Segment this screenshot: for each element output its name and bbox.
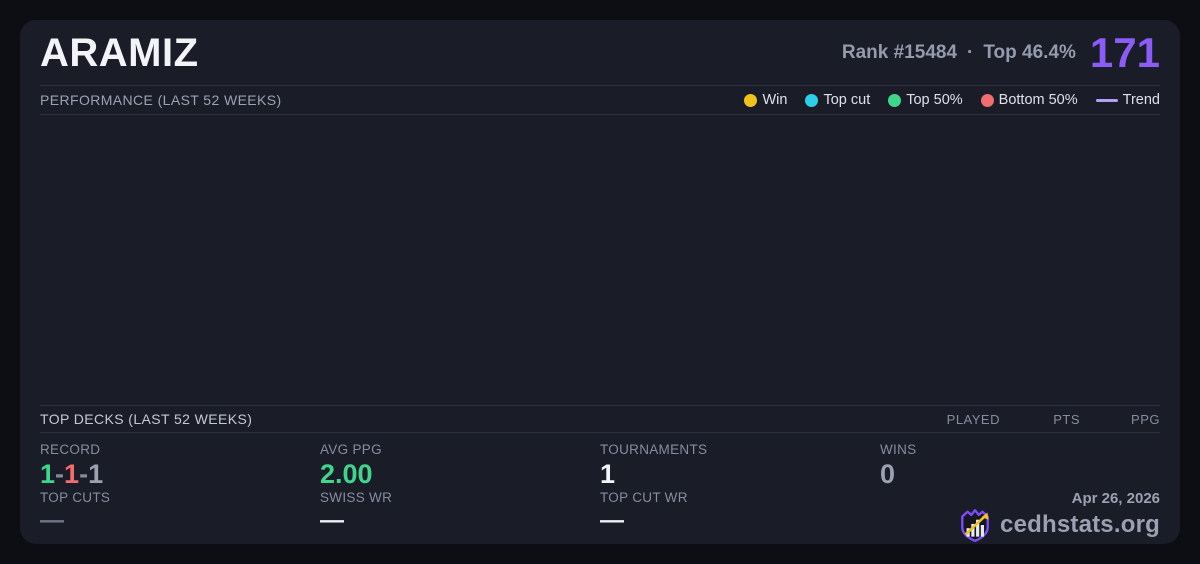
swiss-wr-value: —	[320, 507, 600, 535]
footer: Apr 26, 2026 cedhstats.org	[880, 490, 1160, 543]
stat-swiss-wr: SWISS WR —	[320, 490, 600, 543]
stat-label: TOP CUTS	[40, 490, 320, 505]
top-decks-header-row: TOP DECKS (LAST 52 WEEKS) PLAYED PTS PPG	[40, 405, 1160, 433]
brand-text: cedhstats.org	[1000, 511, 1160, 539]
record-separator: -	[55, 459, 64, 489]
stat-label: AVG PPG	[320, 442, 600, 457]
stat-label: SWISS WR	[320, 490, 600, 505]
legend-item-win: Win	[744, 92, 787, 108]
top-percent-text: Top 46.4%	[983, 42, 1076, 64]
stat-top-cuts: TOP CUTS —	[40, 490, 320, 543]
performance-title: PERFORMANCE (LAST 52 WEEKS)	[40, 92, 282, 108]
trend-line-icon	[1096, 99, 1118, 102]
legend-label: Win	[762, 92, 787, 108]
top50-dot-icon	[888, 94, 901, 107]
stat-top-cut-wr: TOP CUT WR —	[600, 490, 880, 543]
legend-item-top50: Top 50%	[888, 92, 962, 108]
stat-tournaments: TOURNAMENTS 1	[600, 442, 880, 490]
stat-wins: WINS 0	[880, 442, 1160, 490]
top-cut-dot-icon	[805, 94, 818, 107]
record-losses: 1	[64, 459, 79, 489]
tournaments-value: 1	[600, 459, 880, 490]
legend-item-top-cut: Top cut	[805, 92, 870, 108]
legend-label: Bottom 50%	[999, 92, 1078, 108]
legend-label: Trend	[1123, 92, 1160, 108]
stat-record: RECORD 1-1-1	[40, 442, 320, 490]
avg-ppg-value: 2.00	[320, 459, 600, 490]
record-separator: -	[79, 459, 88, 489]
column-header-played: PLAYED	[920, 412, 1000, 427]
legend-label: Top cut	[823, 92, 870, 108]
legend-item-trend: Trend	[1096, 92, 1160, 108]
card-header: ARAMIZ Rank #15484 · Top 46.4% 171	[40, 20, 1160, 86]
stat-label: RECORD	[40, 442, 320, 457]
cedhstats-brand-link[interactable]: cedhstats.org	[958, 507, 1160, 543]
column-header-ppg: PPG	[1080, 412, 1160, 427]
record-wins: 1	[40, 459, 55, 489]
stat-avg-ppg: AVG PPG 2.00	[320, 442, 600, 490]
column-header-pts: PTS	[1000, 412, 1080, 427]
record-value: 1-1-1	[40, 459, 320, 490]
top-decks-columns: PLAYED PTS PPG	[920, 412, 1160, 427]
legend-label: Top 50%	[906, 92, 962, 108]
stat-label: TOP CUT WR	[600, 490, 880, 505]
cedhstats-logo-icon	[958, 507, 992, 543]
bottom50-dot-icon	[981, 94, 994, 107]
legend-item-bottom50: Bottom 50%	[981, 92, 1078, 108]
win-dot-icon	[744, 94, 757, 107]
chart-legend: Win Top cut Top 50% Bottom 50% Trend	[744, 92, 1160, 108]
stat-label: TOURNAMENTS	[600, 442, 880, 457]
rank-text: Rank #15484	[842, 42, 957, 64]
rating-value: 171	[1090, 32, 1160, 74]
rank-line: Rank #15484 · Top 46.4%	[842, 42, 1076, 64]
top-decks-title: TOP DECKS (LAST 52 WEEKS)	[40, 411, 252, 427]
performance-chart-area	[40, 115, 1160, 405]
record-draws: 1	[88, 459, 103, 489]
player-stats-card: ARAMIZ Rank #15484 · Top 46.4% 171 PERFO…	[20, 20, 1180, 544]
stats-grid: RECORD 1-1-1 AVG PPG 2.00 TOURNAMENTS 1 …	[40, 433, 1160, 544]
top-cuts-value: —	[40, 507, 320, 535]
stat-label: WINS	[880, 442, 1160, 457]
performance-header-row: PERFORMANCE (LAST 52 WEEKS) Win Top cut …	[40, 86, 1160, 115]
top-cut-wr-value: —	[600, 507, 880, 535]
rank-separator: ·	[967, 42, 973, 64]
header-right: Rank #15484 · Top 46.4% 171	[842, 32, 1160, 74]
wins-value: 0	[880, 459, 1160, 490]
player-name: ARAMIZ	[40, 33, 199, 73]
generated-date: Apr 26, 2026	[1072, 490, 1160, 507]
